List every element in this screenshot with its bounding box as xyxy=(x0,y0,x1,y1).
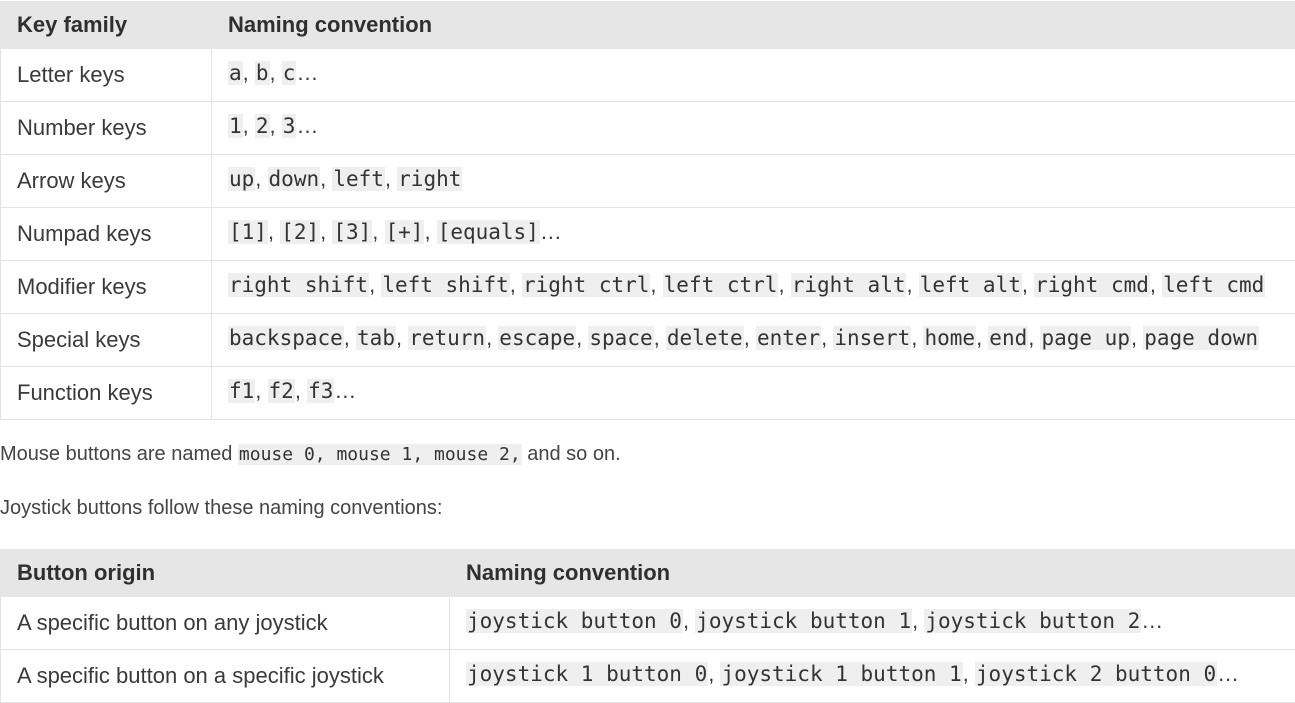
naming-convention-cell: joystick button 0, joystick button 1, jo… xyxy=(450,597,1295,650)
key-name-code: enter xyxy=(756,326,821,350)
key-name-code: [2] xyxy=(280,220,320,244)
naming-convention-cell: [1], [2], [3], [+], [equals]… xyxy=(212,208,1295,261)
naming-convention-cell: up, down, left, right xyxy=(212,155,1295,208)
key-name-code: right xyxy=(397,167,462,191)
table-row: Arrow keysup, down, left, right xyxy=(1,155,1295,208)
key-name-code: b xyxy=(255,61,270,85)
column-header-naming-convention: Naming convention xyxy=(212,2,1295,49)
key-name-code: left xyxy=(332,167,385,191)
key-name-code: space xyxy=(588,326,653,350)
ellipsis: … xyxy=(334,378,356,403)
key-name-code: left ctrl xyxy=(663,273,779,297)
key-name-code: joystick button 1 xyxy=(695,609,912,633)
key-name-code: insert xyxy=(833,326,911,350)
key-name-code: joystick 1 button 1 xyxy=(720,662,962,686)
key-name-code: f1 xyxy=(228,379,255,403)
mouse-buttons-paragraph: Mouse buttons are named mouse 0, mouse 1… xyxy=(0,443,621,466)
joystick-button-table: Button origin Naming convention A specif… xyxy=(0,549,1295,703)
key-family-cell: Special keys xyxy=(1,314,212,367)
ellipsis: … xyxy=(296,113,318,138)
table-row: Modifier keysright shift, left shift, ri… xyxy=(1,261,1295,314)
key-name-code: f3 xyxy=(307,379,334,403)
ellipsis: … xyxy=(1217,661,1239,686)
key-name-code: delete xyxy=(666,326,744,350)
ellipsis: … xyxy=(296,60,318,85)
table-row: Letter keysa, b, c… xyxy=(1,49,1295,102)
key-name-code: [equals] xyxy=(437,220,540,244)
key-name-code: left alt xyxy=(919,273,1022,297)
table-row: Function keysf1, f2, f3… xyxy=(1,367,1295,420)
key-name-code: right alt xyxy=(791,273,907,297)
key-name-code: right ctrl xyxy=(522,273,650,297)
table-header-row: Button origin Naming convention xyxy=(1,550,1295,597)
key-name-code: a xyxy=(228,61,243,85)
key-name-code: c xyxy=(282,61,297,85)
key-name-code: joystick button 0 xyxy=(466,609,683,633)
key-name-code: home xyxy=(923,326,976,350)
naming-convention-cell: 1, 2, 3… xyxy=(212,102,1295,155)
table-row: Special keysbackspace, tab, return, esca… xyxy=(1,314,1295,367)
column-header-naming-convention: Naming convention xyxy=(450,550,1295,597)
key-name-code: end xyxy=(988,326,1028,350)
column-header-key-family: Key family xyxy=(1,2,212,49)
key-family-table: Key family Naming convention Letter keys… xyxy=(0,1,1295,420)
table-row: Number keys1, 2, 3… xyxy=(1,102,1295,155)
key-name-code: 2 xyxy=(255,114,270,138)
naming-convention-cell: a, b, c… xyxy=(212,49,1295,102)
key-name-code: backspace xyxy=(228,326,344,350)
key-family-cell: Number keys xyxy=(1,102,212,155)
key-name-code: up xyxy=(228,167,255,191)
key-family-cell: Numpad keys xyxy=(1,208,212,261)
key-name-code: left shift xyxy=(381,273,509,297)
key-name-code: [1] xyxy=(228,220,268,244)
naming-convention-cell: right shift, left shift, right ctrl, lef… xyxy=(212,261,1295,314)
table-row: Numpad keys[1], [2], [3], [+], [equals]… xyxy=(1,208,1295,261)
key-name-code: right shift xyxy=(228,273,369,297)
key-name-code: escape xyxy=(498,326,576,350)
key-name-code: joystick 1 button 0 xyxy=(466,662,708,686)
button-origin-cell: A specific button on any joystick xyxy=(1,597,450,650)
table-row: A specific button on any joystickjoystic… xyxy=(1,597,1295,650)
key-name-code: 1 xyxy=(228,114,243,138)
mouse-button-names: mouse 0, mouse 1, mouse 2, xyxy=(238,444,522,465)
key-name-code: page down xyxy=(1143,326,1259,350)
ellipsis: … xyxy=(540,219,562,244)
key-name-code: 3 xyxy=(282,114,297,138)
key-name-code: joystick button 2 xyxy=(924,609,1141,633)
key-name-code: joystick 2 button 0 xyxy=(975,662,1217,686)
key-name-code: down xyxy=(268,167,321,191)
key-name-code: right cmd xyxy=(1034,273,1150,297)
button-origin-cell: A specific button on a specific joystick xyxy=(1,650,450,703)
key-family-cell: Modifier keys xyxy=(1,261,212,314)
key-name-code: return xyxy=(408,326,486,350)
table-row: A specific button on a specific joystick… xyxy=(1,650,1295,703)
column-header-button-origin: Button origin xyxy=(1,550,450,597)
key-name-code: page up xyxy=(1040,326,1131,350)
naming-convention-cell: joystick 1 button 0, joystick 1 button 1… xyxy=(450,650,1295,703)
table-header-row: Key family Naming convention xyxy=(1,2,1295,49)
key-name-code: [+] xyxy=(385,220,425,244)
key-name-code: left cmd xyxy=(1162,273,1265,297)
key-name-code: [3] xyxy=(332,220,372,244)
key-family-cell: Function keys xyxy=(1,367,212,420)
joystick-intro-paragraph: Joystick buttons follow these naming con… xyxy=(0,497,442,520)
key-name-code: tab xyxy=(356,326,396,350)
key-family-cell: Arrow keys xyxy=(1,155,212,208)
naming-convention-cell: backspace, tab, return, escape, space, d… xyxy=(212,314,1295,367)
naming-convention-cell: f1, f2, f3… xyxy=(212,367,1295,420)
ellipsis: … xyxy=(1141,608,1163,633)
key-name-code: f2 xyxy=(268,379,295,403)
key-family-cell: Letter keys xyxy=(1,49,212,102)
